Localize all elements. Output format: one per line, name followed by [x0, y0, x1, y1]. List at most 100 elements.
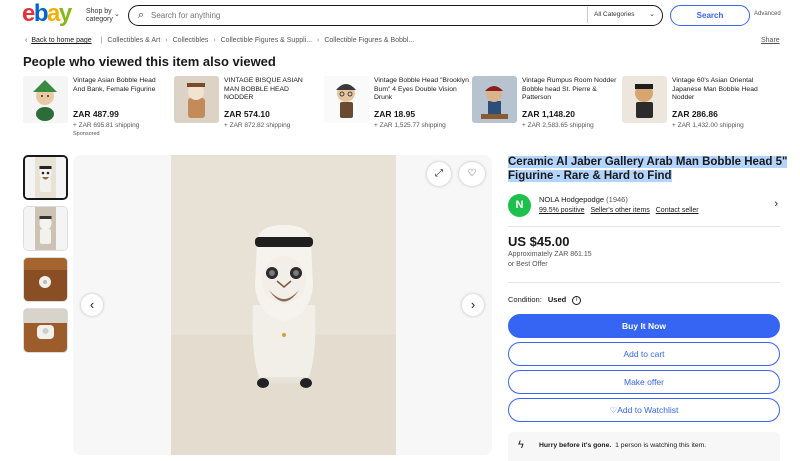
buy-it-now-button[interactable]: Buy It Now	[508, 314, 780, 338]
condition-value: Used	[547, 295, 567, 304]
condition-label: Condition:	[508, 295, 542, 304]
chevron-left-icon: ‹	[89, 297, 95, 312]
heart-icon: ♡	[467, 168, 477, 179]
breadcrumb-item[interactable]: Collectible Figures & Bobbl...	[324, 37, 414, 44]
recommended-item[interactable]: Vintage 60's Asian Oriental Japanese Man…	[622, 76, 767, 138]
divider	[508, 226, 780, 227]
logo-letter: e	[22, 0, 35, 27]
gallery-thumbnail[interactable]	[23, 257, 68, 302]
item-title[interactable]: Vintage 60's Asian Oriental Japanese Man…	[672, 77, 767, 103]
category-select-label: All Categories	[594, 11, 635, 18]
item-price: ZAR 286.86	[672, 109, 718, 119]
seller-links: 99.5% positive Seller's other items Cont…	[539, 207, 703, 214]
add-to-watchlist-label: Add to Watchlist	[617, 405, 679, 415]
item-price: ZAR 1,148.20	[522, 109, 575, 119]
recommended-item[interactable]: VINTAGE BISQUE ASIAN MAN BOBBLE HEAD NOD…	[174, 76, 319, 138]
lightning-icon: ϟ	[518, 439, 524, 451]
expand-image-button[interactable]: ⤢	[427, 162, 451, 186]
seller-card[interactable]: N NOLA Hodgepodge (1946) 99.5% positive …	[508, 192, 780, 222]
search-bar: ⌕ All Categories ⌄	[128, 5, 663, 26]
item-title[interactable]: Vintage Rumpus Room Nodder Bobble head S…	[522, 77, 617, 103]
expand-icon: ⤢	[435, 168, 443, 179]
search-button[interactable]: Search	[670, 5, 750, 26]
shop-by-category-button[interactable]: Shop by category ⌄	[86, 8, 120, 24]
advanced-search-link[interactable]: Advanced	[754, 11, 781, 17]
recommended-item[interactable]: Vintage Rumpus Room Nodder Bobble head S…	[472, 76, 617, 138]
seller-positive-link[interactable]: 99.5% positive	[539, 207, 585, 214]
chevron-down-icon: ⌄	[114, 11, 120, 18]
item-shipping: + ZAR 1,432.00 shipping	[672, 122, 744, 129]
recommended-item[interactable]: Vintage Bobble Head "Brooklyn Bum" 4 Eye…	[324, 76, 469, 138]
search-input[interactable]	[151, 8, 581, 22]
seller-other-items-link[interactable]: Seller's other items	[590, 207, 649, 214]
item-thumbnail[interactable]	[324, 76, 369, 123]
item-shipping: + ZAR 1,525.77 shipping	[374, 122, 446, 129]
previous-image-button[interactable]: ‹	[81, 294, 103, 316]
best-offer-label: or Best Offer	[508, 261, 548, 268]
item-thumbnail[interactable]	[23, 76, 68, 123]
chevron-right-icon: ›	[470, 297, 476, 312]
chevron-right-icon: ›	[165, 37, 168, 44]
gallery-thumbnail[interactable]	[23, 155, 68, 200]
breadcrumb-item[interactable]: Collectible Figures & Suppli...	[221, 37, 312, 44]
category-select[interactable]: All Categories ⌄	[587, 7, 661, 23]
price-approximation: Approximately ZAR 861.15	[508, 251, 592, 258]
urgency-banner: ϟ Hurry before it's gone. 1 person is wa…	[508, 432, 780, 461]
seller-avatar: N	[508, 194, 531, 217]
search-icon: ⌕	[138, 9, 145, 21]
item-thumbnail[interactable]	[622, 76, 667, 123]
item-title-text: Ceramic Al Jaber Gallery Arab Man Bobble…	[508, 156, 788, 182]
chevron-left-icon: ‹	[25, 37, 28, 44]
item-shipping: + ZAR 2,583.65 shipping	[522, 122, 594, 129]
next-image-button[interactable]: ›	[462, 294, 484, 316]
item-price: ZAR 487.99	[73, 109, 119, 119]
watch-heart-button[interactable]: ♡	[459, 162, 485, 186]
seller-name-text: NOLA Hodgepodge	[539, 195, 605, 204]
item-price: US $45.00	[508, 234, 570, 249]
gallery-thumbnail[interactable]	[23, 308, 68, 353]
item-thumbnail[interactable]	[472, 76, 517, 123]
chevron-right-icon: ›	[213, 37, 216, 44]
item-title: Ceramic Al Jaber Gallery Arab Man Bobble…	[508, 155, 790, 183]
add-to-cart-button[interactable]: Add to cart	[508, 342, 780, 366]
ebay-logo[interactable]: ebay	[22, 0, 72, 27]
item-price: ZAR 574.10	[224, 109, 270, 119]
shop-by-category-label: Shop by category	[86, 8, 113, 23]
urgency-detail-text: 1 person is watching this item.	[615, 442, 707, 449]
seller-feedback-count: (1946)	[606, 195, 628, 204]
item-title[interactable]: VINTAGE BISQUE ASIAN MAN BOBBLE HEAD NOD…	[224, 77, 319, 103]
breadcrumb: ‹ Back to home page | Collectibles & Art …	[25, 37, 414, 44]
item-price: ZAR 18.95	[374, 109, 416, 119]
add-to-watchlist-button[interactable]: ♡Add to Watchlist	[508, 398, 780, 422]
urgency-text: Hurry before it's gone. 1 person is watc…	[539, 442, 706, 449]
item-title[interactable]: Vintage Bobble Head "Brooklyn Bum" 4 Eye…	[374, 77, 469, 103]
info-icon[interactable]: i	[572, 295, 582, 305]
chevron-right-icon[interactable]: ›	[774, 198, 778, 210]
header: ebay Shop by category ⌄ ⌕ All Categories…	[0, 0, 800, 32]
gallery-thumbnail[interactable]	[23, 206, 68, 251]
item-shipping: + ZAR 872.82 shipping	[224, 122, 291, 129]
item-condition: Condition: Used i	[508, 295, 582, 305]
chevron-right-icon: ›	[317, 37, 320, 44]
breadcrumb-item[interactable]: Collectibles	[173, 37, 209, 44]
recommended-item[interactable]: Vintage Asian Bobble Head And Bank, Fema…	[23, 76, 168, 138]
item-title[interactable]: Vintage Asian Bobble Head And Bank, Fema…	[73, 77, 168, 94]
urgency-bold-text: Hurry before it's gone.	[539, 442, 612, 449]
item-thumbnail[interactable]	[174, 76, 219, 123]
product-photo[interactable]	[171, 155, 396, 455]
back-to-home-link[interactable]: Back to home page	[31, 37, 91, 44]
logo-letter: a	[47, 0, 60, 27]
logo-letter: b	[33, 0, 49, 27]
sponsored-label: Sponsored	[73, 131, 100, 137]
share-link[interactable]: Share	[761, 37, 780, 44]
logo-letter: y	[58, 0, 72, 27]
item-shipping: + ZAR 695.81 shipping	[73, 122, 140, 129]
seller-name[interactable]: NOLA Hodgepodge (1946)	[539, 195, 628, 204]
section-title: People who viewed this item also viewed	[23, 54, 276, 69]
chevron-down-icon: ⌄	[649, 11, 655, 18]
make-offer-button[interactable]: Make offer	[508, 370, 780, 394]
main-image-viewer: ‹ › ⤢ ♡	[73, 155, 492, 455]
contact-seller-link[interactable]: Contact seller	[656, 207, 699, 214]
divider	[508, 282, 780, 283]
breadcrumb-item[interactable]: Collectibles & Art	[107, 37, 160, 44]
